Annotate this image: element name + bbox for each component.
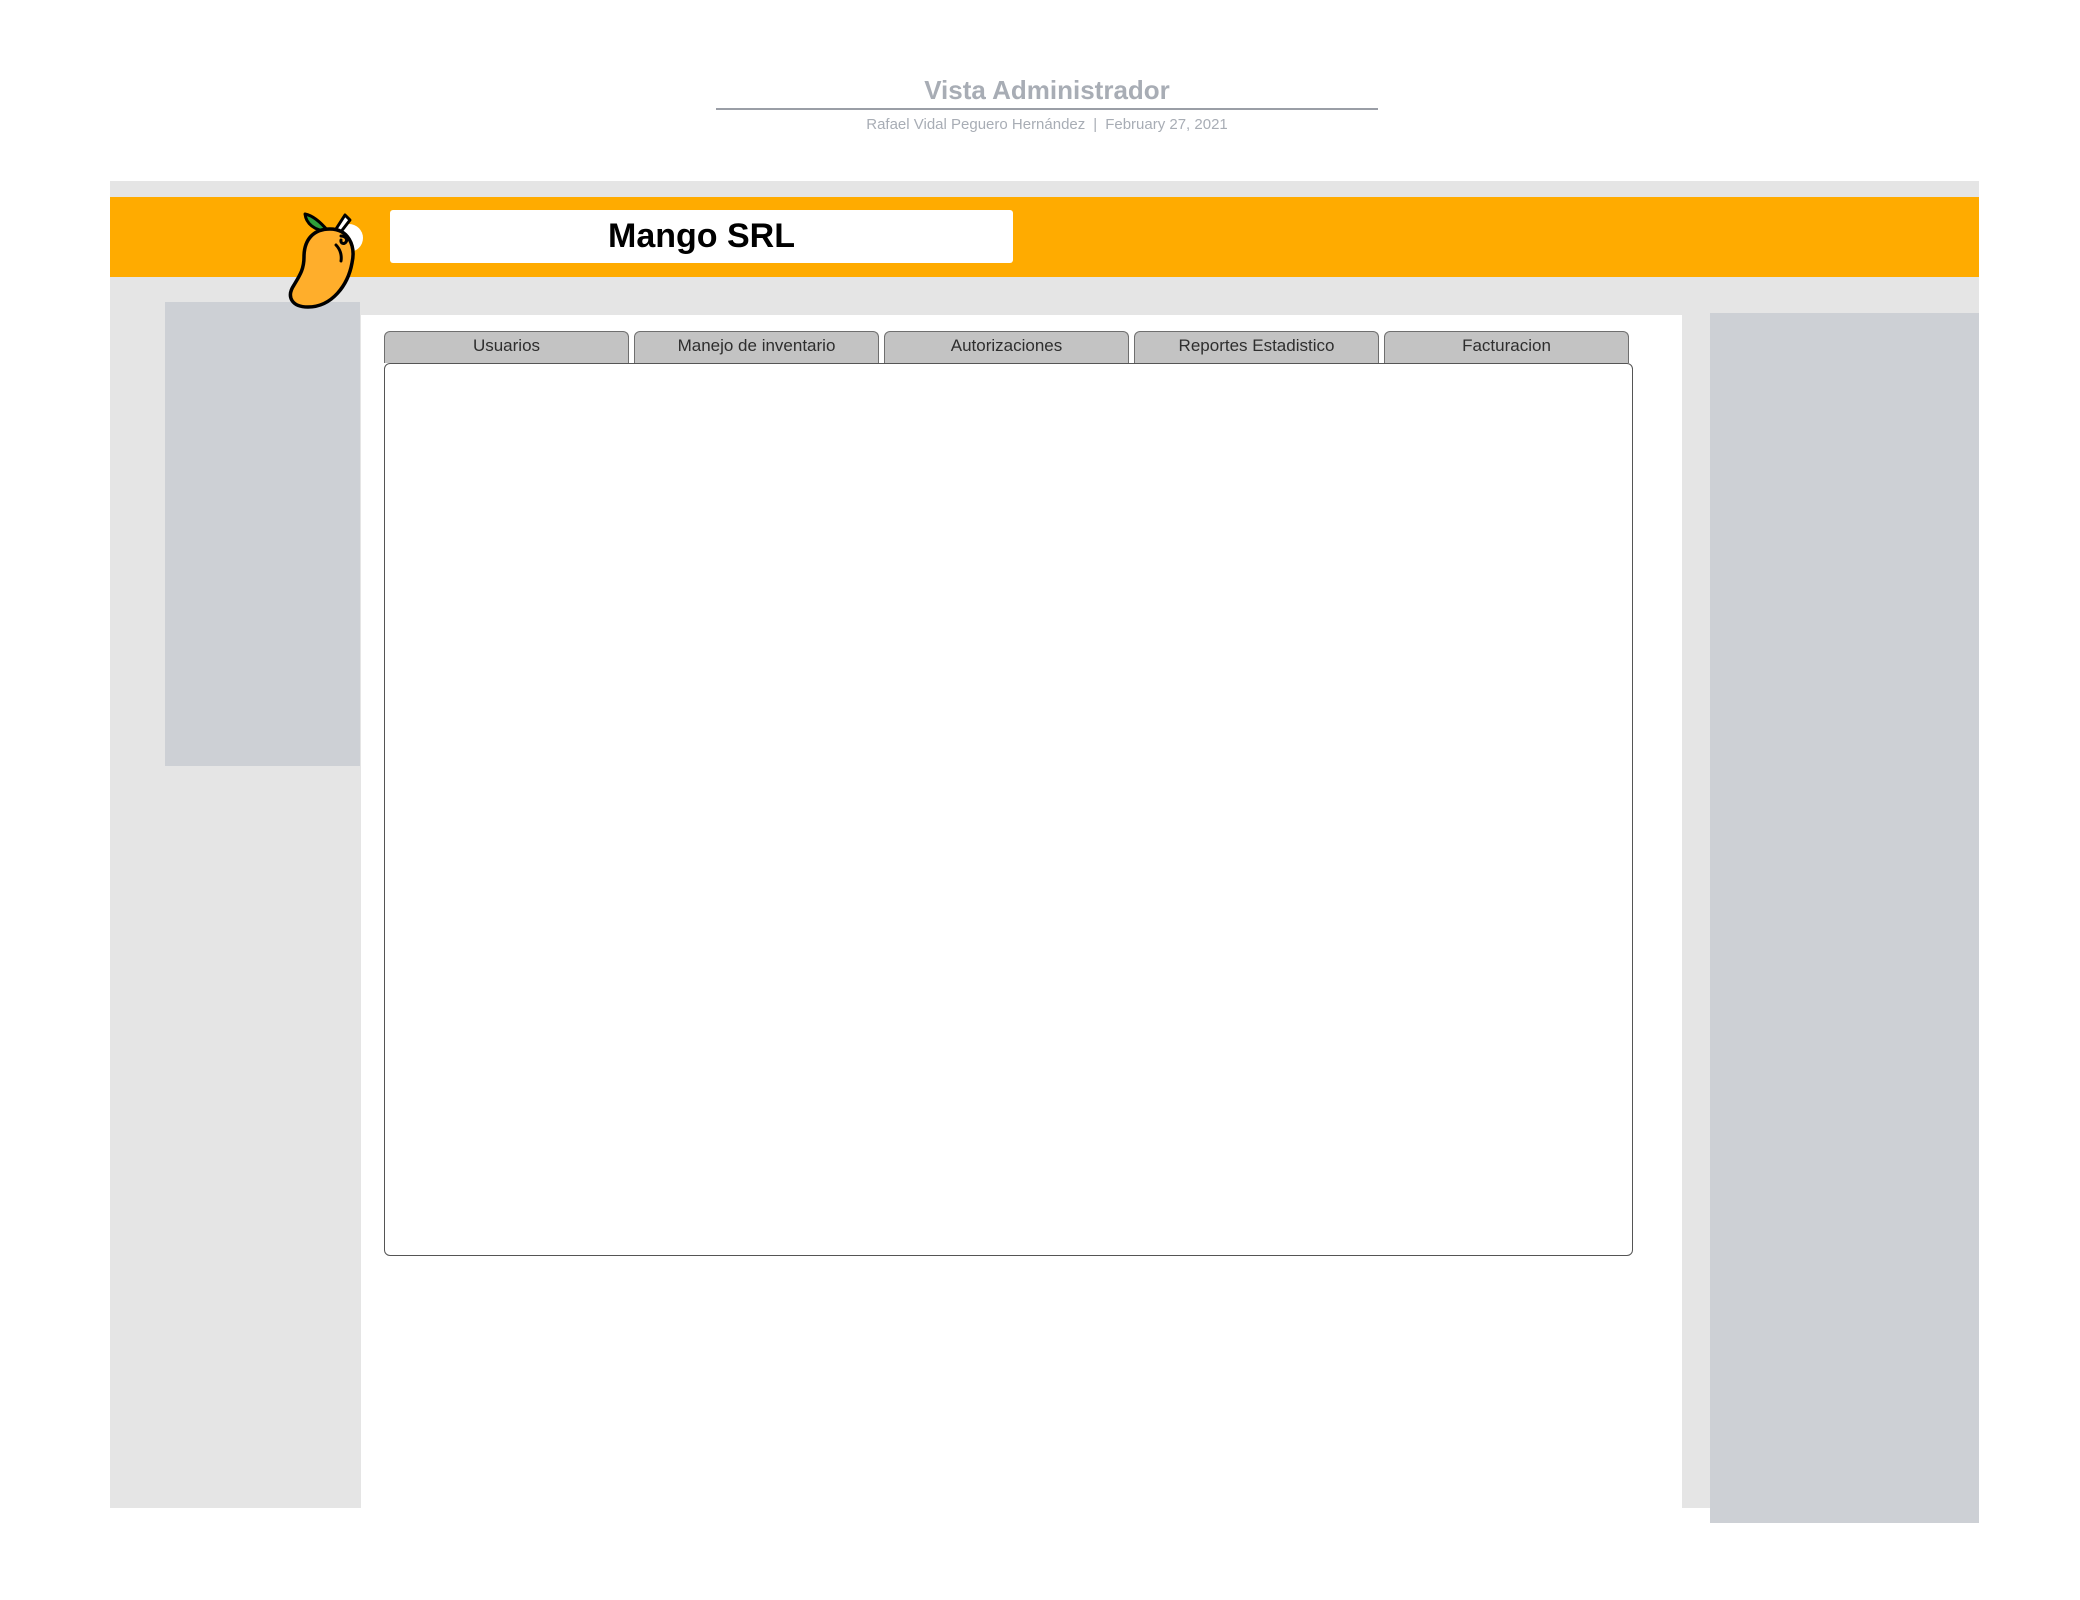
- author-label: Rafael Vidal Peguero Hernández: [866, 116, 1086, 133]
- tab-content-panel: [384, 363, 1633, 1256]
- tab-autorizaciones[interactable]: Autorizaciones: [884, 331, 1129, 363]
- meta-separator: |: [1093, 116, 1098, 133]
- document-header: Vista Administrador Rafael Vidal Peguero…: [716, 72, 1378, 133]
- mango-icon: [288, 212, 363, 309]
- document-meta: Rafael Vidal Peguero Hernández | February …: [716, 116, 1378, 133]
- tab-reportes-estadistico[interactable]: Reportes Estadistico: [1134, 331, 1379, 363]
- tab-manejo-de-inventario[interactable]: Manejo de inventario: [634, 331, 879, 363]
- page-title: Vista Administrador: [716, 72, 1378, 110]
- date-label: February 27, 2021: [1105, 116, 1228, 133]
- right-sidebar-panel: [1710, 313, 1979, 1523]
- brand-name: Mango SRL: [390, 210, 1013, 263]
- tab-usuarios[interactable]: Usuarios: [384, 331, 629, 363]
- tab-bar: Usuarios Manejo de inventario Autorizaci…: [384, 331, 1633, 364]
- left-sidebar-panel: [165, 302, 360, 766]
- tab-facturacion[interactable]: Facturacion: [1384, 331, 1629, 363]
